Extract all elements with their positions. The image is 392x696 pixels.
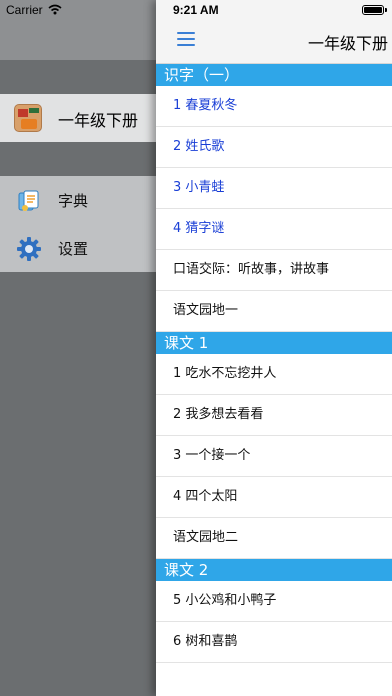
lesson-row[interactable]: 1 吃水不忘挖井人 [156,354,392,395]
dictionary-icon [18,190,39,211]
main-panel: 一年级下册 识字（一） 1 春夏秋冬 2 姓氏歌 3 小青蛙 4 猜字谜 口语交际：听故事… [156,0,392,696]
status-time: 9:21 AM [173,3,219,17]
lesson-row[interactable]: 4 四个太阳 [156,477,392,518]
carrier-label: Carrier [6,3,43,17]
gear-icon [17,237,41,261]
battery-icon [362,5,387,15]
sidebar-item-label: 字典 [58,192,89,210]
side-menu: 一年级下册 字典 设置 [0,0,160,696]
section-header: 识字（一） [156,64,392,86]
lesson-row[interactable]: 2 我多想去看看 [156,395,392,436]
lesson-row[interactable]: 4 猜字谜 [156,209,392,250]
lesson-row[interactable]: 2 姓氏歌 [156,127,392,168]
lesson-row[interactable]: 3 小青蛙 [156,168,392,209]
sidebar-item-dictionary[interactable]: 字典 [0,176,160,224]
lesson-list: 识字（一） 1 春夏秋冬 2 姓氏歌 3 小青蛙 4 猜字谜 口语交际：听故事，讲故事 语文… [156,64,392,663]
lesson-row[interactable]: 3 一个接一个 [156,436,392,477]
lesson-row[interactable]: 语文园地一 [156,291,392,332]
wifi-icon [48,4,62,15]
section-header: 课文 1 [156,332,392,354]
sidebar-menu: 字典 设置 [0,176,160,272]
sidebar-book-label: 一年级下册 [58,111,139,130]
hamburger-menu-icon[interactable] [177,32,195,48]
lesson-row[interactable]: 6 树和喜鹊 [156,622,392,663]
lesson-row[interactable]: 语文园地二 [156,518,392,559]
sidebar-item-settings[interactable]: 设置 [0,224,160,272]
page-title: 一年级下册 [307,34,388,53]
status-bar: Carrier 9:21 AM [0,0,392,20]
sidebar-item-label: 设置 [58,240,89,258]
sidebar-item-current-book[interactable]: 一年级下册 [0,94,160,142]
lesson-row[interactable]: 5 小公鸡和小鸭子 [156,581,392,622]
lesson-row[interactable]: 口语交际：听故事，讲故事 [156,250,392,291]
book-cover-icon [14,104,42,132]
section-header: 课文 2 [156,559,392,581]
lesson-row[interactable]: 1 春夏秋冬 [156,86,392,127]
